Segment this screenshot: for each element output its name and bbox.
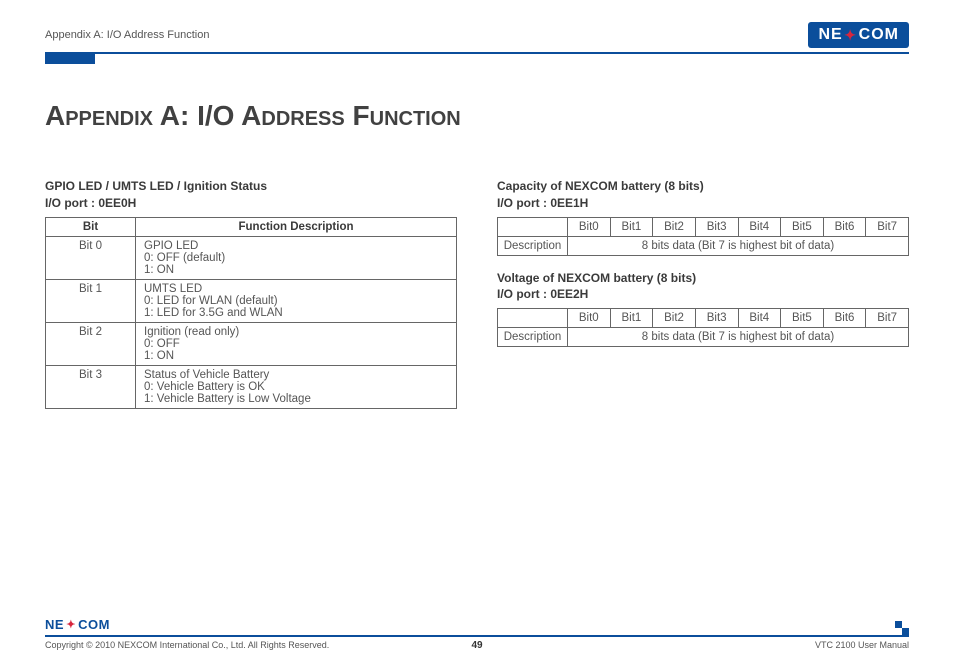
capacity-heading-line1: Capacity of NEXCOM battery (8 bits) — [497, 179, 704, 193]
bit-cell: Bit 3 — [46, 365, 136, 408]
gpio-table: Bit Function Description Bit 0 GPIO LED … — [45, 217, 457, 409]
bit-header: Bit5 — [781, 217, 824, 236]
bit-header: Bit1 — [610, 217, 653, 236]
bit-cell: Bit 0 — [46, 236, 136, 279]
left-column: GPIO LED / UMTS LED / Ignition Status I/… — [45, 178, 457, 409]
bit-header: Bit0 — [568, 217, 611, 236]
desc-cell: GPIO LED 0: OFF (default) 1: ON — [136, 236, 457, 279]
bit-header: Bit4 — [738, 309, 781, 328]
th-desc: Function Description — [136, 217, 457, 236]
brand-star-icon — [64, 618, 78, 632]
table-row: Bit 1 UMTS LED 0: LED for WLAN (default)… — [46, 279, 457, 322]
desc-label: Description — [498, 236, 568, 255]
empty-cell — [498, 217, 568, 236]
voltage-section-heading: Voltage of NEXCOM battery (8 bits) I/O p… — [497, 270, 909, 304]
capacity-table: Bit0 Bit1 Bit2 Bit3 Bit4 Bit5 Bit6 Bit7 … — [497, 217, 909, 256]
desc-value: 8 bits data (Bit 7 is highest bit of dat… — [568, 328, 909, 347]
footer-line: Copyright © 2010 NEXCOM International Co… — [45, 635, 909, 650]
page-footer: NE COM Copyright © 2010 NEXCOM Internati… — [45, 635, 909, 650]
header-tab-accent — [45, 52, 95, 64]
copyright-text: Copyright © 2010 NEXCOM International Co… — [45, 640, 329, 650]
capacity-heading-line2: I/O port : 0EE1H — [497, 196, 588, 210]
table-row: Bit 0 GPIO LED 0: OFF (default) 1: ON — [46, 236, 457, 279]
footer-brand-logo: NE COM — [45, 617, 110, 632]
bit-header: Bit0 — [568, 309, 611, 328]
page-number: 49 — [471, 640, 482, 651]
bit-header: Bit4 — [738, 217, 781, 236]
th-bit: Bit — [46, 217, 136, 236]
brand-text-right: COM — [859, 26, 899, 44]
desc-cell: Ignition (read only) 0: OFF 1: ON — [136, 322, 457, 365]
bit-header: Bit1 — [610, 309, 653, 328]
bit-cell: Bit 2 — [46, 322, 136, 365]
right-column: Capacity of NEXCOM battery (8 bits) I/O … — [497, 178, 909, 409]
bit-cell: Bit 1 — [46, 279, 136, 322]
bit-header: Bit6 — [823, 217, 866, 236]
bit-header: Bit7 — [866, 309, 909, 328]
bit-header: Bit7 — [866, 217, 909, 236]
table-row: Bit 3 Status of Vehicle Battery 0: Vehic… — [46, 365, 457, 408]
empty-cell — [498, 309, 568, 328]
bit-header: Bit6 — [823, 309, 866, 328]
bit-header: Bit2 — [653, 309, 696, 328]
desc-label: Description — [498, 328, 568, 347]
page-header: Appendix A: I/O Address Function NE COM — [45, 22, 909, 54]
bit-header: Bit2 — [653, 217, 696, 236]
footer-corner-accent — [895, 621, 909, 635]
voltage-heading-line1: Voltage of NEXCOM battery (8 bits) — [497, 271, 696, 285]
capacity-section-heading: Capacity of NEXCOM battery (8 bits) I/O … — [497, 178, 909, 212]
gpio-heading-line2: I/O port : 0EE0H — [45, 196, 136, 210]
content-columns: GPIO LED / UMTS LED / Ignition Status I/… — [45, 178, 909, 409]
brand-text-left: NE — [818, 26, 842, 44]
manual-name: VTC 2100 User Manual — [815, 640, 909, 650]
bit-header: Bit5 — [781, 309, 824, 328]
desc-cell: UMTS LED 0: LED for WLAN (default) 1: LE… — [136, 279, 457, 322]
brand-star-icon — [844, 28, 858, 42]
bit-header: Bit3 — [695, 309, 738, 328]
voltage-table: Bit0 Bit1 Bit2 Bit3 Bit4 Bit5 Bit6 Bit7 … — [497, 308, 909, 347]
bit-header: Bit3 — [695, 217, 738, 236]
voltage-heading-line2: I/O port : 0EE2H — [497, 287, 588, 301]
gpio-heading-line1: GPIO LED / UMTS LED / Ignition Status — [45, 179, 267, 193]
desc-value: 8 bits data (Bit 7 is highest bit of dat… — [568, 236, 909, 255]
gpio-section-heading: GPIO LED / UMTS LED / Ignition Status I/… — [45, 178, 457, 212]
page-title: Appendix A: I/O Address Function — [45, 100, 909, 132]
brand-logo: NE COM — [808, 22, 909, 48]
table-row: Bit 2 Ignition (read only) 0: OFF 1: ON — [46, 322, 457, 365]
desc-cell: Status of Vehicle Battery 0: Vehicle Bat… — [136, 365, 457, 408]
breadcrumb: Appendix A: I/O Address Function — [45, 29, 209, 41]
